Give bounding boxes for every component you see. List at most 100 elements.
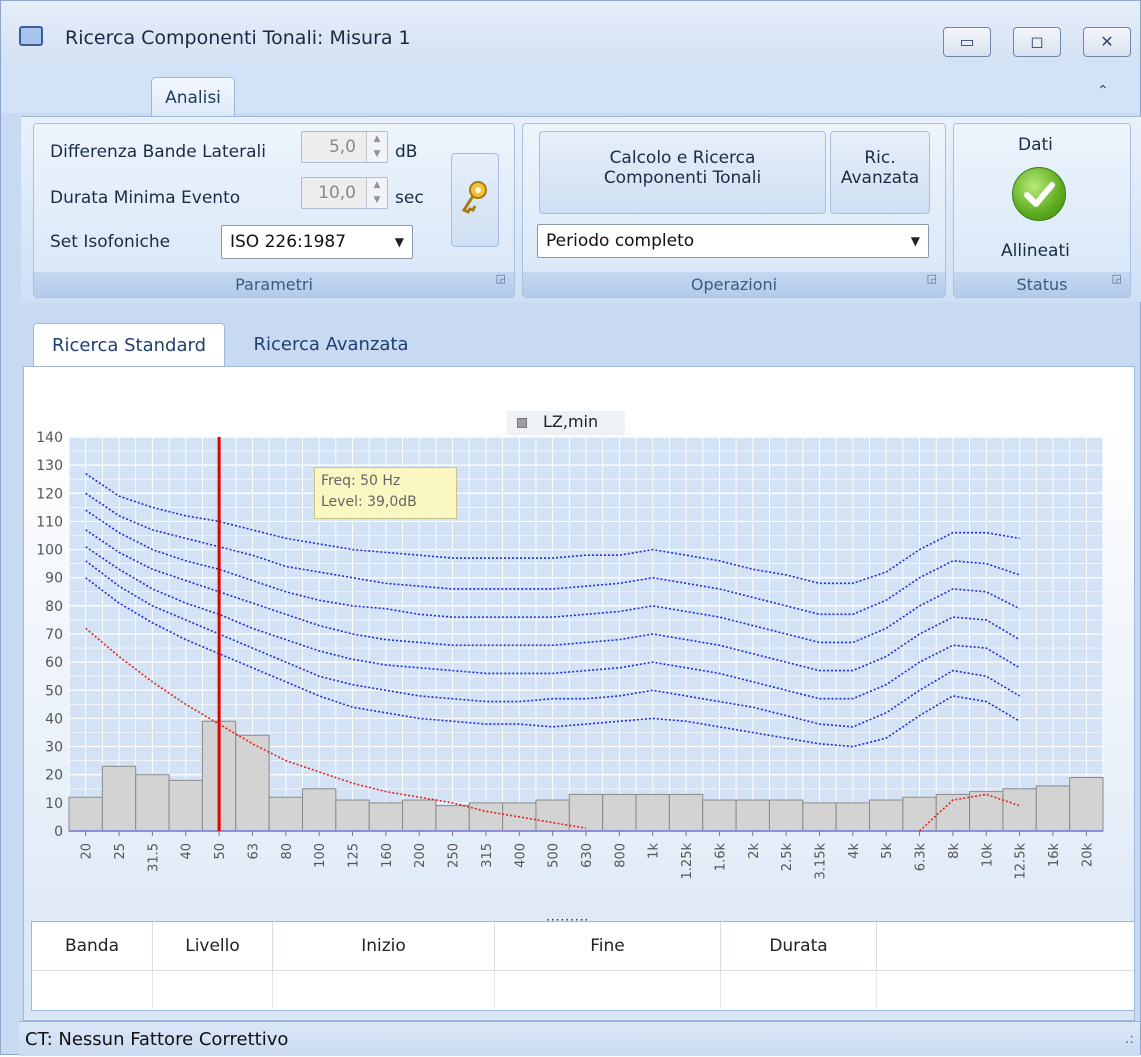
table-cell bbox=[721, 971, 877, 1009]
tooltip-freq: Freq: 50 Hz bbox=[321, 473, 401, 489]
x-tick-label: 1.25k bbox=[680, 843, 695, 880]
column-header-livello[interactable]: Livello bbox=[153, 922, 273, 970]
group-label-status: Status ◲ bbox=[954, 272, 1130, 297]
events-grid: Banda Livello Inizio Fine Durata bbox=[31, 921, 1135, 1011]
y-tick-label: 100 bbox=[36, 543, 63, 559]
y-tick-label: 120 bbox=[36, 486, 63, 502]
y-tick-label: 110 bbox=[36, 514, 63, 530]
durata-spinner[interactable]: 10,0 ▲ ▼ bbox=[301, 177, 388, 209]
status-bar: CT: Nessun Fattore Correttivo .: bbox=[19, 1021, 1140, 1056]
spinner-arrows-icon[interactable]: ▲ ▼ bbox=[366, 178, 387, 208]
tonal-spectrum-chart[interactable]: 0 10 20 30 40 50 60 70 80 90 100 110 120 130 140 20 25 31… bbox=[25, 401, 1111, 901]
x-tick-label: 80 bbox=[280, 843, 295, 860]
table-cell bbox=[273, 971, 495, 1009]
table-cell bbox=[495, 971, 721, 1009]
table-cell bbox=[32, 971, 153, 1009]
group-label-parametri: Parametri ◲ bbox=[34, 272, 514, 297]
bar-lzmin bbox=[1035, 785, 1071, 832]
window-title: Ricerca Componenti Tonali: Misura 1 bbox=[65, 27, 411, 49]
parametri-label: Parametri bbox=[235, 275, 313, 294]
x-tick-label: 2k bbox=[747, 843, 762, 859]
x-tick-label: 5k bbox=[880, 843, 895, 859]
y-tick-label: 90 bbox=[45, 571, 63, 587]
column-header-fine[interactable]: Fine bbox=[495, 922, 721, 970]
y-tick-label: 0 bbox=[54, 824, 63, 840]
table-row[interactable] bbox=[32, 970, 1134, 1009]
app-window: Ricerca Componenti Tonali: Misura 1 ▭ ◻ … bbox=[0, 0, 1141, 1056]
chart-tooltip: Freq: 50 Hz Level: 39,0dB bbox=[314, 467, 457, 519]
isofoniche-label: Set Isofoniche bbox=[50, 232, 171, 252]
operazioni-label: Operazioni bbox=[690, 275, 778, 294]
status-top-label: Dati bbox=[1018, 135, 1053, 155]
periodo-value: Periodo completo bbox=[546, 231, 695, 251]
x-tick-label: 400 bbox=[513, 843, 528, 868]
bar-lzmin bbox=[735, 799, 770, 832]
y-tick-label: 140 bbox=[36, 430, 63, 446]
dialog-launcher-icon[interactable]: ◲ bbox=[1112, 266, 1122, 291]
checkmark-icon bbox=[1024, 182, 1055, 207]
tab-analisi[interactable]: Analisi bbox=[151, 77, 235, 117]
diff-bande-label: Differenza Bande Laterali bbox=[50, 142, 266, 162]
x-tick-label: 100 bbox=[313, 843, 328, 868]
bar-lzmin bbox=[168, 779, 203, 832]
bar-lzmin bbox=[902, 796, 937, 832]
ricerca-avanzata-button[interactable]: Ric. Avanzata bbox=[830, 131, 930, 214]
collapse-ribbon-icon[interactable]: ⌃ bbox=[1097, 83, 1109, 99]
periodo-select[interactable]: Periodo completo ▼ bbox=[537, 224, 929, 258]
bar-lzmin bbox=[702, 799, 737, 832]
bar-lzmin bbox=[68, 796, 103, 832]
dialog-launcher-icon[interactable]: ◲ bbox=[927, 266, 937, 291]
bar-lzmin bbox=[1002, 788, 1037, 832]
x-tick-label: 20 bbox=[80, 843, 95, 860]
x-tick-label: 25 bbox=[113, 843, 128, 860]
x-tick-label: 200 bbox=[413, 843, 428, 868]
key-button[interactable] bbox=[451, 153, 499, 247]
x-tick-label: 800 bbox=[613, 843, 628, 868]
bar-lzmin bbox=[802, 802, 837, 832]
x-tick-label: 10k bbox=[980, 843, 995, 868]
resize-grip-icon[interactable]: .: bbox=[1125, 1022, 1134, 1057]
y-tick-label: 60 bbox=[45, 655, 63, 671]
tab-ricerca-standard[interactable]: Ricerca Standard bbox=[33, 323, 225, 367]
x-tick-label: 6.3k bbox=[914, 843, 929, 872]
diff-bande-unit: dB bbox=[395, 142, 418, 162]
isofoniche-select[interactable]: ISO 226:1987 ▼ bbox=[221, 225, 413, 259]
dialog-launcher-icon[interactable]: ◲ bbox=[496, 266, 506, 291]
bar-lzmin bbox=[301, 788, 337, 832]
calcolo-ricerca-button[interactable]: Calcolo e Ricerca Componenti Tonali bbox=[539, 131, 826, 214]
x-tick-label: 4k bbox=[847, 843, 862, 859]
x-tick-label: 500 bbox=[547, 843, 562, 868]
app-icon bbox=[19, 26, 43, 46]
minimize-button[interactable]: ▭ bbox=[943, 27, 991, 57]
x-tick-label: 250 bbox=[447, 843, 462, 868]
x-tick-label: 160 bbox=[380, 843, 395, 868]
x-tick-label: 16k bbox=[1047, 843, 1062, 868]
calcolo-line2: Componenti Tonali bbox=[603, 168, 762, 188]
y-tick-label: 30 bbox=[45, 740, 63, 756]
tab-ricerca-avanzata[interactable]: Ricerca Avanzata bbox=[233, 323, 429, 367]
bar-lzmin bbox=[869, 799, 904, 832]
x-tick-label: 12.5k bbox=[1014, 843, 1029, 880]
status-text: CT: Nessun Fattore Correttivo bbox=[25, 1029, 289, 1050]
bar-lzmin bbox=[1069, 777, 1104, 832]
close-button[interactable]: ✕ bbox=[1083, 27, 1131, 57]
x-tick-label: 1k bbox=[647, 843, 662, 859]
diff-bande-spinner[interactable]: 5,0 ▲ ▼ bbox=[301, 131, 388, 163]
bar-lzmin bbox=[969, 791, 1004, 832]
y-tick-label: 80 bbox=[45, 599, 63, 615]
bar-lzmin bbox=[135, 774, 170, 832]
ric-line2: Avanzata bbox=[840, 168, 920, 188]
column-header-inizio[interactable]: Inizio bbox=[273, 922, 495, 970]
chart-legend: LZ,min bbox=[507, 411, 625, 435]
bar-lzmin bbox=[468, 802, 504, 832]
x-tick-label: 315 bbox=[480, 843, 495, 868]
bar-lzmin bbox=[101, 765, 137, 832]
status-bottom-label: Allineati bbox=[1001, 241, 1070, 261]
bar-lzmin bbox=[535, 799, 570, 832]
bar-lzmin bbox=[668, 793, 704, 832]
spinner-arrows-icon[interactable]: ▲ ▼ bbox=[366, 132, 387, 162]
y-tick-label: 40 bbox=[45, 711, 63, 727]
column-header-banda[interactable]: Banda bbox=[32, 922, 153, 970]
column-header-durata[interactable]: Durata bbox=[721, 922, 877, 970]
maximize-button[interactable]: ◻ bbox=[1013, 27, 1061, 57]
